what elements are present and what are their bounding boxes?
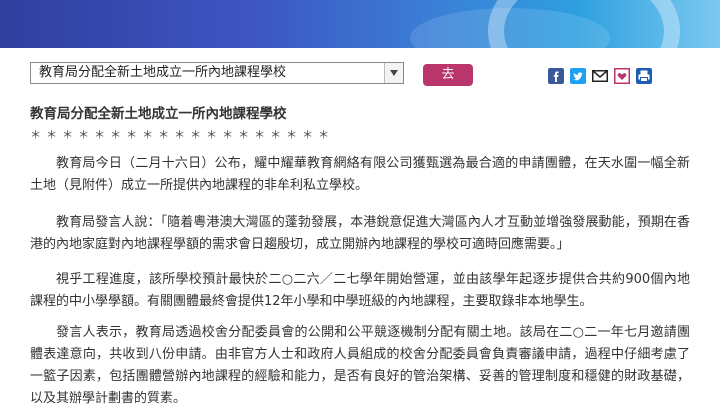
print-icon[interactable]: [636, 68, 652, 84]
press-release-select[interactable]: 教育局分配全新土地成立一所內地課程學校: [30, 62, 404, 84]
article-paragraph: 教育局發言人說：「隨着粵港澳大灣區的蓬勃發展，本港銳意促進大灣區內人才互動並增強…: [30, 215, 690, 252]
article: 教育局分配全新土地成立一所內地課程學校 ＊＊＊＊＊＊＊＊＊＊＊＊＊＊＊＊＊＊＊ …: [30, 103, 690, 406]
chevron-down-icon[interactable]: [384, 63, 403, 83]
banner-decoration: [488, 0, 680, 48]
email-icon[interactable]: [592, 68, 608, 84]
share-toolbar: [548, 68, 652, 84]
title-separator: ＊＊＊＊＊＊＊＊＊＊＊＊＊＊＊＊＊＊＊: [30, 128, 334, 141]
facebook-icon[interactable]: [548, 68, 564, 84]
article-paragraph: 教育局今日（二月十六日）公布，耀中耀華教育網絡有限公司獲甄選為最合適的申請團體，…: [30, 156, 690, 193]
article-paragraph: 發言人表示，教育局透過校舍分配委員會的公開和公平競逐機制分配有關土地。該局在二○…: [30, 325, 690, 406]
article-title: 教育局分配全新土地成立一所內地課程學校: [30, 106, 287, 122]
bookmark-icon[interactable]: [614, 68, 630, 84]
twitter-icon[interactable]: [570, 68, 586, 84]
go-button[interactable]: 去: [423, 64, 473, 86]
press-release-select-value: 教育局分配全新土地成立一所內地課程學校: [39, 65, 287, 80]
article-paragraph: 視乎工程進度，該所學校預計最快於二○二六／二七學年開始營運，並由該學年起逐步提供…: [30, 272, 690, 309]
header-banner: [0, 0, 720, 48]
